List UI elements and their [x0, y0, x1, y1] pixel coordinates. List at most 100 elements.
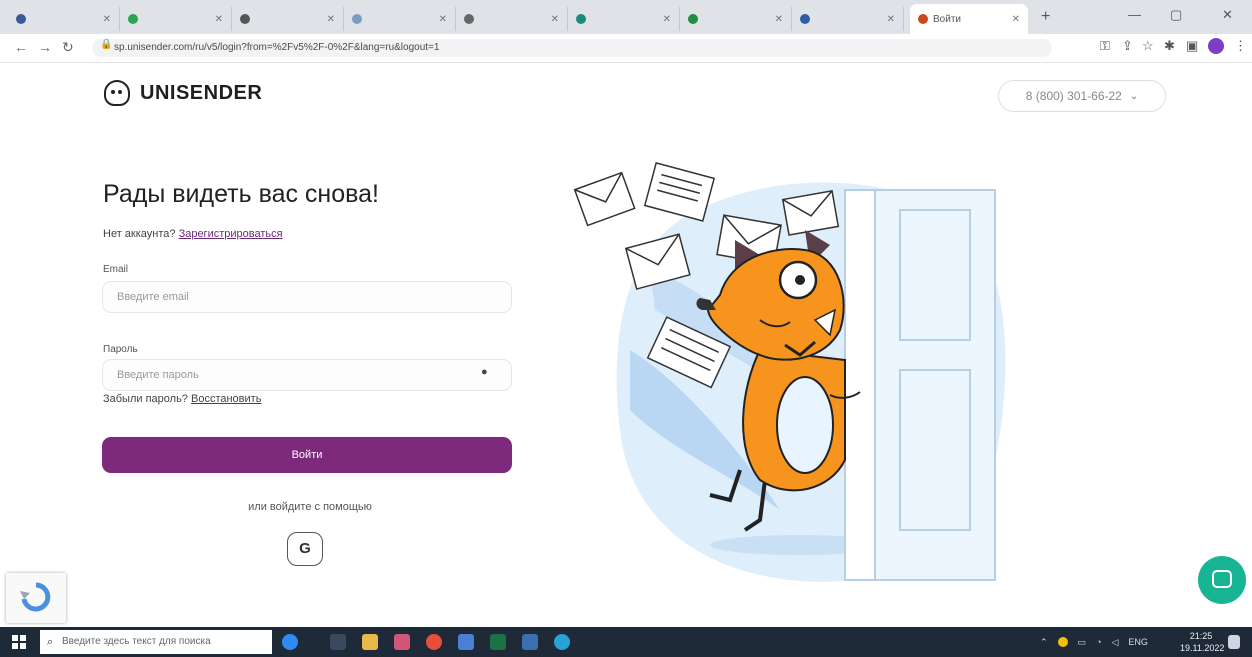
- recaptcha-badge[interactable]: [6, 573, 66, 623]
- close-tab-icon[interactable]: ✕: [663, 14, 671, 25]
- tab-favicon-icon: [352, 14, 362, 24]
- eye-icon[interactable]: ●: [481, 366, 488, 378]
- register-link[interactable]: Зарегистрироваться: [179, 228, 283, 240]
- cortana-icon[interactable]: [282, 634, 298, 650]
- close-tab-icon[interactable]: ✕: [551, 14, 559, 25]
- tab-favicon-icon: [688, 14, 698, 24]
- app-icon[interactable]: [394, 634, 410, 650]
- browser-tab[interactable]: ✕: [120, 7, 232, 31]
- tab-favicon-icon: [240, 14, 250, 24]
- back-arrow-icon[interactable]: ←: [14, 39, 28, 55]
- tab-favicon-icon: [918, 14, 928, 24]
- chat-button[interactable]: [1198, 556, 1246, 604]
- extensions-icon[interactable]: ✱: [1164, 38, 1175, 54]
- door-frame: [844, 189, 876, 581]
- new-tab-button[interactable]: +: [1041, 8, 1050, 26]
- url-field[interactable]: sp.unisender.com/ru/v5/login?from=%2Fv5%…: [92, 39, 1052, 57]
- logo-mascot-icon: [104, 80, 130, 106]
- file-explorer-icon[interactable]: [362, 634, 378, 650]
- close-tab-icon[interactable]: ✕: [439, 14, 447, 25]
- close-tab-icon[interactable]: ✕: [215, 14, 223, 25]
- browser-tab-active[interactable]: Войти ✕: [910, 4, 1028, 34]
- close-tab-icon[interactable]: ✕: [887, 14, 895, 25]
- chevron-down-icon: ⌄: [1129, 90, 1139, 102]
- close-tab-icon[interactable]: ✕: [327, 14, 335, 25]
- profile-avatar[interactable]: [1208, 38, 1224, 54]
- browser-tab[interactable]: ✕: [8, 7, 120, 31]
- browser-tab[interactable]: ✕: [680, 7, 792, 31]
- or-login-with-text: или войдите с помощью: [248, 501, 372, 513]
- google-login-button[interactable]: G: [287, 532, 323, 566]
- lock-icon[interactable]: 🔒: [100, 39, 112, 50]
- chat-icon: [1212, 570, 1232, 588]
- close-window-icon[interactable]: ✕: [1222, 7, 1233, 23]
- browser-tab-bar: ✕ ✕ ✕ ✕ ✕ ✕ ✕ ✕ Войти ✕ + — ▢ ✕: [0, 0, 1252, 34]
- brand-name: UNISENDER: [140, 81, 263, 104]
- phone-selector[interactable]: 8 (800) 301-66-22 ⌄: [998, 80, 1166, 112]
- word-icon[interactable]: [458, 634, 474, 650]
- sidebar-icon[interactable]: ▣: [1186, 38, 1198, 54]
- reload-icon[interactable]: ↻: [62, 39, 74, 56]
- taskbar-clock[interactable]: 21:25 19.11.2022: [1180, 630, 1225, 654]
- battery-icon[interactable]: ▭: [1078, 637, 1087, 648]
- volume-icon[interactable]: ◁: [1112, 637, 1119, 648]
- tab-favicon-icon: [800, 14, 810, 24]
- envelope-icon: [781, 190, 840, 236]
- email-label: Email: [103, 264, 129, 275]
- login-button[interactable]: Войти: [102, 437, 512, 473]
- restore-link[interactable]: Восстановить: [191, 393, 261, 405]
- browser-tab[interactable]: ✕: [344, 7, 456, 31]
- tab-favicon-icon: [16, 14, 26, 24]
- task-view-icon[interactable]: [330, 634, 346, 650]
- windows-start-icon[interactable]: [12, 635, 26, 649]
- menu-dots-icon[interactable]: ⋮: [1234, 38, 1247, 54]
- no-account-text: Нет аккаунта?: [103, 228, 176, 240]
- opera-icon[interactable]: [426, 634, 442, 650]
- envelope-icon: [643, 161, 716, 222]
- windows-taskbar: ⌕ Введите здесь текст для поиска ⌃ ▭ ◔ ◁…: [0, 627, 1252, 657]
- keyboard-language[interactable]: ENG: [1128, 637, 1148, 647]
- notifications-icon[interactable]: [1228, 635, 1240, 649]
- tray-app-icon[interactable]: [1057, 637, 1068, 647]
- maximize-icon[interactable]: ▢: [1170, 7, 1182, 23]
- tab-favicon-icon: [464, 14, 474, 24]
- forgot-password-line: Забыли пароль? Восстановить: [103, 393, 261, 405]
- password-field[interactable]: Введите пароль: [102, 359, 512, 391]
- minimize-icon[interactable]: —: [1128, 7, 1141, 22]
- browser-tab[interactable]: ✕: [456, 7, 568, 31]
- tab-favicon-icon: [128, 14, 138, 24]
- page-title: Рады видеть вас снова!: [103, 180, 379, 208]
- tab-title: Войти: [933, 13, 961, 25]
- phone-number: 8 (800) 301-66-22: [1025, 89, 1122, 103]
- share-icon[interactable]: ⇪: [1122, 38, 1133, 54]
- search-icon: ⌕: [47, 636, 54, 648]
- clock-date: 19.11.2022: [1180, 643, 1225, 653]
- clock-time: 21:25: [1189, 631, 1213, 641]
- address-bar-row: ← → ↻ sp.unisender.com/ru/v5/login?from=…: [0, 34, 1252, 63]
- browser-tab[interactable]: ✕: [792, 7, 904, 31]
- envelope-icon: [573, 171, 636, 227]
- outlook-icon[interactable]: [522, 634, 538, 650]
- email-field[interactable]: Введите email: [102, 281, 512, 313]
- taskbar-search-placeholder: Введите здесь текст для поиска: [62, 636, 211, 647]
- star-icon[interactable]: ☆: [1142, 38, 1154, 54]
- brand-logo[interactable]: UNISENDER: [104, 80, 262, 106]
- browser-tab[interactable]: ✕: [232, 7, 344, 31]
- fox-door-illustration: [573, 161, 1006, 582]
- system-tray: ⌃ ▭ ◔ ◁ ENG: [1040, 627, 1156, 657]
- close-tab-icon[interactable]: ✕: [1012, 14, 1020, 25]
- tab-favicon-icon: [576, 14, 586, 24]
- browser-tab[interactable]: ✕: [568, 7, 680, 31]
- recaptcha-icon: [20, 582, 51, 612]
- close-tab-icon[interactable]: ✕: [775, 14, 783, 25]
- close-tab-icon[interactable]: ✕: [103, 14, 111, 25]
- network-icon[interactable]: ◔: [1096, 637, 1101, 647]
- taskbar-search-input[interactable]: ⌕ Введите здесь текст для поиска: [40, 630, 272, 654]
- edge-icon[interactable]: [554, 634, 570, 650]
- forward-arrow-icon[interactable]: →: [38, 39, 52, 55]
- excel-icon[interactable]: [490, 634, 506, 650]
- tray-expand-icon[interactable]: ⌃: [1040, 637, 1048, 648]
- key-icon[interactable]: ⚿: [1100, 38, 1110, 54]
- password-label: Пароль: [103, 344, 138, 355]
- forgot-text: Забыли пароль?: [103, 393, 188, 405]
